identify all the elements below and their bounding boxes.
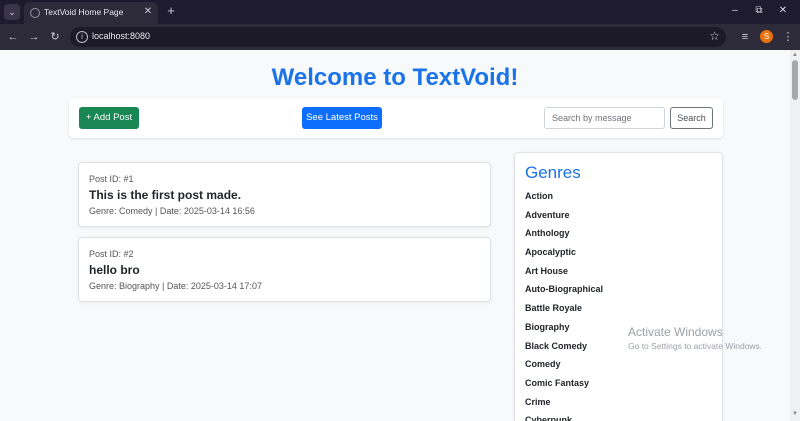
genre-item[interactable]: Anthology [525, 224, 603, 243]
post-message: This is the first post made. [89, 188, 242, 202]
tab-title: TextVoid Home Page [44, 7, 124, 17]
genre-item[interactable]: Action [525, 187, 603, 206]
post-id: Post ID: #2 [89, 249, 134, 259]
action-bar: + Add Post See Latest Posts Search [69, 98, 723, 138]
latest-posts-button[interactable]: See Latest Posts [302, 107, 382, 129]
genre-item[interactable]: Battle Royale [525, 299, 603, 318]
genres-title: Genres [525, 163, 581, 182]
address-bar[interactable]: i localhost:8080 ☆ [70, 27, 726, 47]
genre-item[interactable]: Crime [525, 393, 603, 412]
reload-icon[interactable]: ↻ [47, 29, 63, 45]
genre-item[interactable]: Black Comedy [525, 337, 603, 356]
post-meta: Genre: Biography | Date: 2025-03-14 17:0… [89, 281, 262, 291]
star-icon[interactable]: ☆ [709, 29, 720, 43]
window-close-icon[interactable]: ✕ [776, 4, 790, 18]
activate-subtitle: Go to Settings to activate Windows. [628, 341, 763, 351]
scrollbar-thumb[interactable] [792, 60, 798, 100]
restore-icon[interactable]: ⧉ [752, 4, 766, 18]
back-icon[interactable]: ← [5, 29, 21, 45]
forward-icon[interactable]: → [26, 29, 42, 45]
tab-search-icon[interactable]: ⌄ [4, 4, 20, 20]
favicon-icon [30, 8, 40, 18]
genre-item[interactable]: Apocalyptic [525, 243, 603, 262]
site-info-icon[interactable]: i [76, 31, 88, 43]
menu-icon[interactable]: ⋮ [780, 29, 796, 45]
search-button[interactable]: Search [670, 107, 713, 129]
add-post-button[interactable]: + Add Post [79, 107, 139, 129]
minimize-icon[interactable]: – [728, 4, 742, 18]
genre-list: Action Adventure Anthology Apocalyptic A… [525, 187, 603, 421]
genres-panel: Genres Action Adventure Anthology Apocal… [514, 152, 723, 421]
genre-item[interactable]: Adventure [525, 206, 603, 225]
plus-icon[interactable]: + [164, 4, 178, 18]
page-viewport: Welcome to TextVoid! + Add Post See Late… [0, 50, 790, 421]
genre-item[interactable]: Auto-Biographical [525, 280, 603, 299]
url-text[interactable]: localhost:8080 [92, 31, 150, 41]
activate-title: Activate Windows [628, 325, 723, 339]
browser-tab[interactable]: TextVoid Home Page ✕ [24, 2, 158, 24]
post-card[interactable]: Post ID: #2 hello bro Genre: Biography |… [78, 237, 491, 302]
browser-toolbar: ← → ↻ i localhost:8080 ☆ ≡ S ⋮ [0, 24, 800, 50]
scroll-down-icon[interactable]: ▼ [790, 411, 800, 419]
browser-tabbar: ⌄ TextVoid Home Page ✕ + – ⧉ ✕ [0, 0, 800, 24]
genre-item[interactable]: Biography [525, 318, 603, 337]
genre-item[interactable]: Comedy [525, 355, 603, 374]
page-title: Welcome to TextVoid! [271, 64, 519, 91]
genre-item[interactable]: Art House [525, 262, 603, 281]
media-icon[interactable]: ≡ [737, 29, 753, 45]
page-scrollbar[interactable]: ▲ ▼ [790, 50, 800, 421]
post-id: Post ID: #1 [89, 174, 134, 184]
genre-item[interactable]: Comic Fantasy [525, 374, 603, 393]
scroll-up-icon[interactable]: ▲ [790, 52, 800, 60]
post-message: hello bro [89, 263, 140, 277]
search-input[interactable] [544, 107, 665, 129]
close-icon[interactable]: ✕ [142, 6, 154, 18]
genre-item[interactable]: Cyberpunk [525, 411, 603, 421]
post-card[interactable]: Post ID: #1 This is the first post made.… [78, 162, 491, 227]
avatar[interactable]: S [760, 30, 773, 43]
post-meta: Genre: Comedy | Date: 2025-03-14 16:56 [89, 206, 255, 216]
activate-windows-watermark: Activate Windows Go to Settings to activ… [628, 325, 762, 351]
